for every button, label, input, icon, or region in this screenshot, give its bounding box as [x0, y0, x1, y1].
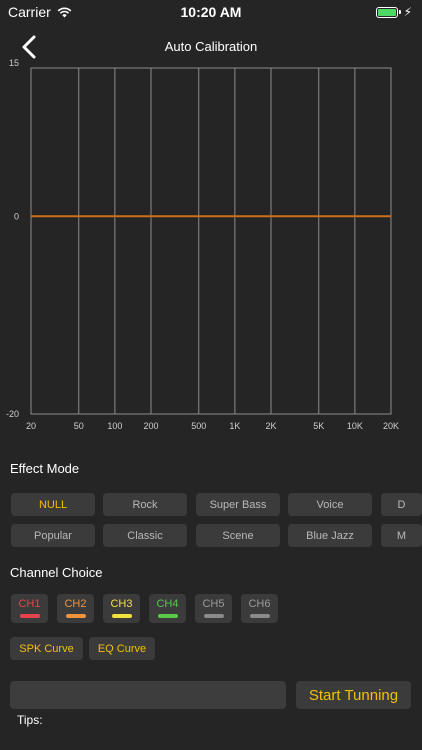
x-tick-label: 50 — [74, 421, 84, 431]
y-tick-label: 0 — [14, 211, 19, 221]
effect-mode-button[interactable]: Scene — [196, 524, 280, 547]
status-bar: Carrier 10:20 AM ⚡ — [0, 0, 422, 24]
y-tick-label: -20 — [6, 409, 19, 419]
effect-mode-button[interactable]: Classic — [103, 524, 187, 547]
channel-label: CH3 — [110, 598, 133, 610]
battery-icon — [375, 6, 398, 18]
x-tick-label: 20K — [383, 421, 399, 431]
effect-mode-button[interactable]: Rock — [103, 493, 187, 516]
y-tick-label: 15 — [9, 58, 19, 68]
effect-mode-button[interactable]: D — [381, 493, 422, 516]
effect-mode-button[interactable]: Blue Jazz — [288, 524, 372, 547]
effect-mode-button[interactable]: M — [381, 524, 422, 547]
channel-button[interactable]: CH1 — [11, 594, 48, 623]
channel-color-bar — [111, 614, 132, 618]
x-tick-label: 1K — [229, 421, 240, 431]
effect-mode-button[interactable]: Super Bass — [196, 493, 280, 516]
channel-label: CH5 — [202, 598, 225, 610]
chart-frame — [30, 67, 392, 415]
channel-color-bar — [19, 614, 40, 618]
channel-label: CH1 — [18, 598, 41, 610]
effect-mode-button[interactable]: Voice — [288, 493, 372, 516]
channel-label: CH2 — [64, 598, 87, 610]
channel-color-bar — [65, 614, 86, 618]
eq-curve-button[interactable]: EQ Curve — [89, 637, 155, 660]
x-tick-label: 5K — [313, 421, 324, 431]
status-time: 10:20 AM — [180, 4, 242, 20]
channel-button[interactable]: CH2 — [57, 594, 94, 623]
channel-color-bar — [203, 614, 224, 618]
x-tick-label: 500 — [191, 421, 206, 431]
eq-chart[interactable]: 20 50 100 200 500 1K 2K 5K 10K 20K 15 0 -20 — [0, 58, 422, 438]
effect-mode-title: Effect Mode — [10, 461, 80, 476]
battery-indicator: ⚡ — [375, 5, 412, 19]
page-title: Auto Calibration — [164, 39, 258, 54]
spk-curve-button[interactable]: SPK Curve — [10, 637, 83, 660]
x-tick-label: 20 — [26, 421, 36, 431]
charging-bolt-icon: ⚡ — [403, 5, 412, 19]
effect-mode-button[interactable]: NULL — [11, 493, 95, 516]
channel-button[interactable]: CH6 — [241, 594, 278, 623]
x-tick-label: 2K — [265, 421, 276, 431]
channel-button[interactable]: CH4 — [149, 594, 186, 623]
x-tick-label: 200 — [143, 421, 158, 431]
channel-color-bar — [249, 614, 270, 618]
channel-button[interactable]: CH3 — [103, 594, 140, 623]
start-tunning-button[interactable]: Start Tunning — [296, 681, 411, 709]
channel-choice-title: Channel Choice — [10, 565, 103, 580]
effect-mode-button[interactable]: Popular — [11, 524, 95, 547]
x-tick-label: 10K — [347, 421, 363, 431]
channel-label: CH6 — [248, 598, 271, 610]
tuning-input[interactable] — [10, 681, 286, 709]
tips-label: Tips: — [17, 713, 43, 727]
x-tick-label: 100 — [107, 421, 122, 431]
channel-button[interactable]: CH5 — [195, 594, 232, 623]
channel-label: CH4 — [156, 598, 179, 610]
channel-color-bar — [157, 614, 178, 618]
